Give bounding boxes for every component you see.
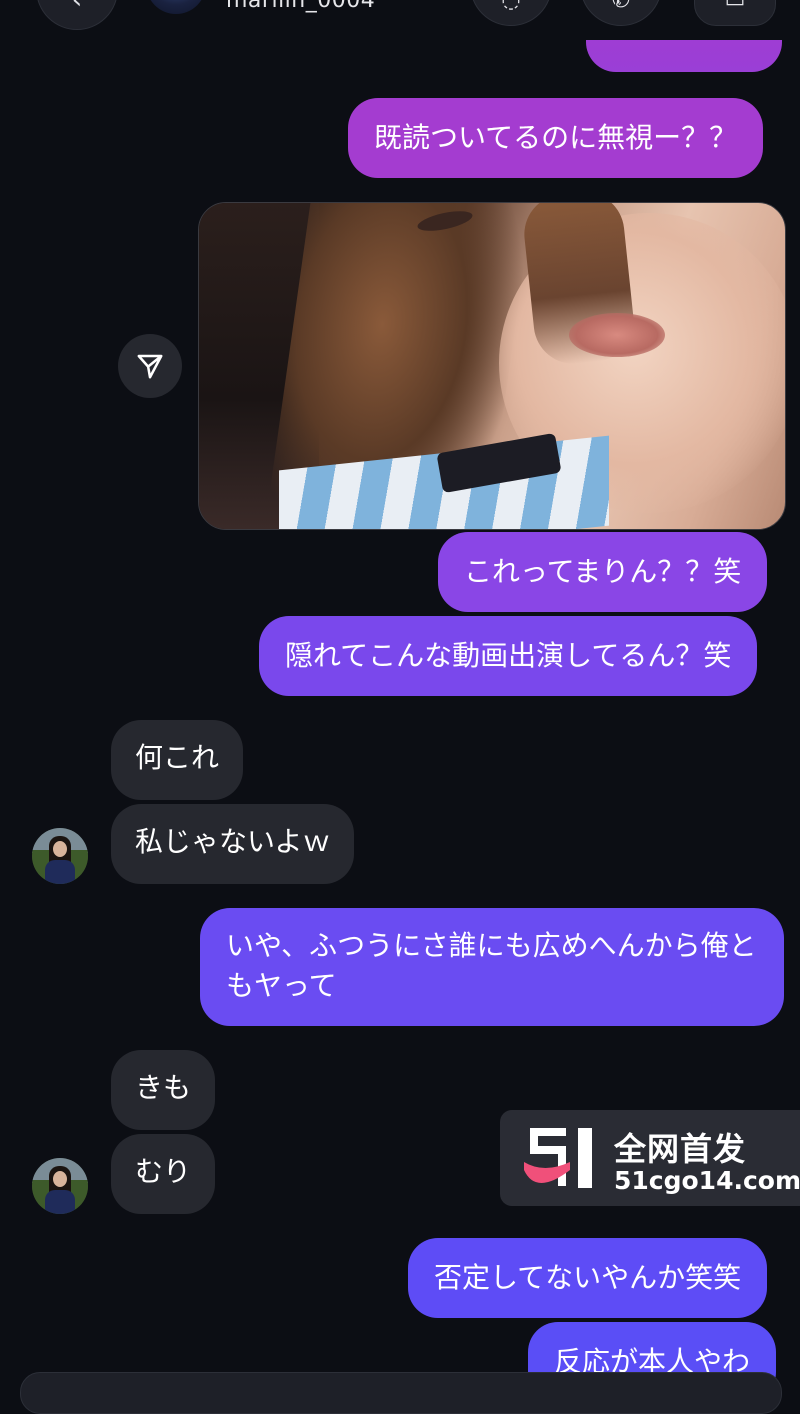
- watermark-title: 全网首发: [614, 1130, 747, 1168]
- incoming-message[interactable]: 何これ: [111, 720, 244, 800]
- outgoing-message[interactable]: 既読ついてるのに無視ー？？: [348, 98, 764, 178]
- outgoing-message[interactable]: いや、ふつうにさ誰にも広めへんから俺ともヤって: [200, 908, 784, 1026]
- incoming-message[interactable]: 私じゃないよｗ: [111, 804, 355, 884]
- back-icon: ‹: [71, 0, 83, 15]
- watermark-badge: 全网首发 51cgo14.com: [500, 1110, 800, 1206]
- outgoing-message[interactable]: 否定してないやんか笑笑: [408, 1238, 768, 1318]
- chat-header: ‹ marilin_0004 ◌ ✆ ▭: [0, 0, 800, 40]
- watermark-url: 51cgo14.com: [614, 1166, 800, 1195]
- info-icon: ▭: [724, 0, 746, 13]
- outgoing-message[interactable]: これってまりん？？笑: [438, 532, 768, 612]
- contact-avatar[interactable]: [32, 1158, 88, 1214]
- header-username[interactable]: marilin_0004: [226, 0, 375, 13]
- message-composer[interactable]: [20, 1372, 782, 1414]
- video-call-button[interactable]: ◌: [470, 0, 552, 26]
- incoming-message[interactable]: きも: [111, 1050, 216, 1130]
- watermark-logo-icon: [524, 1128, 592, 1188]
- incoming-message[interactable]: むり: [111, 1134, 216, 1214]
- info-button[interactable]: ▭: [694, 0, 776, 26]
- back-button[interactable]: ‹: [36, 0, 118, 30]
- share-button[interactable]: [118, 334, 182, 398]
- phone-call-button[interactable]: ✆: [580, 0, 662, 26]
- contact-avatar[interactable]: [32, 828, 88, 884]
- phone-icon: ✆: [611, 0, 631, 13]
- header-avatar[interactable]: [146, 0, 206, 14]
- image-message[interactable]: [198, 202, 786, 530]
- share-send-icon: [137, 354, 163, 379]
- video-call-icon: ◌: [501, 0, 521, 13]
- outgoing-message[interactable]: 隠れてこんな動画出演してるん？笑: [259, 616, 758, 696]
